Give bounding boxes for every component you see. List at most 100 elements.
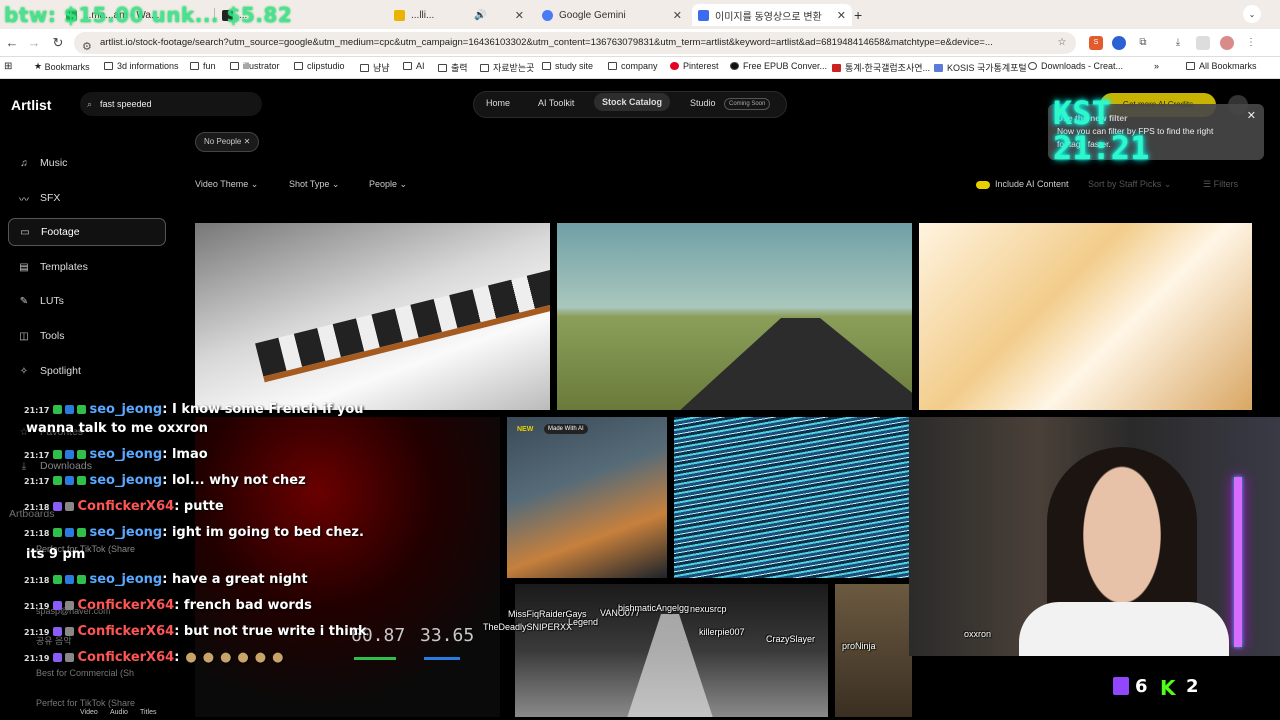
top-nav: Home AI Toolkit Stock Catalog Studio Com… xyxy=(473,91,787,118)
menu-icon[interactable]: ⋮ xyxy=(1244,36,1258,50)
bookmark-item[interactable]: KOSIS 국가통계포털 xyxy=(934,61,1027,74)
chat-message-continued: wanna talk to me oxxron xyxy=(26,421,209,436)
close-tab-icon[interactable]: ✕ xyxy=(673,9,682,22)
browser-tab-active[interactable]: 이미지를 동영상으로 변환 ✕ xyxy=(692,4,852,26)
bookmark-folder[interactable]: 냠냠 xyxy=(360,61,390,74)
browser-tab-bar: ...ma...am - Wa... ... ...lli... 🔊 ✕ Googl… xyxy=(0,0,1280,29)
stream-pet-label: Legend xyxy=(568,617,599,627)
download-icon[interactable]: ⤓ xyxy=(1171,36,1185,50)
dash-value-2: 33.65 xyxy=(420,625,475,646)
bookmark-folder[interactable]: study site xyxy=(542,61,593,71)
bottom-tab-audio[interactable]: Audio xyxy=(110,709,128,716)
footage-thumb-2[interactable] xyxy=(557,223,912,410)
artboard-item[interactable]: Best for Commercial (Sh xyxy=(36,668,134,678)
footage-icon: ▭ xyxy=(20,226,30,238)
filter-shot-type[interactable]: Shot Type ⌄ xyxy=(289,179,339,190)
twitch-viewer-count: 6 xyxy=(1135,676,1148,697)
chat-message: 21:19 ConfickerX64: french bad words xyxy=(24,598,312,613)
chat-message: 21:19 ConfickerX64: ●●●●●● xyxy=(24,650,290,665)
filter-chip-no-people[interactable]: No People ✕ xyxy=(195,132,260,152)
potato-emotes: ●●●●●● xyxy=(185,650,290,665)
stream-clock: KST 21:21 xyxy=(1053,94,1150,168)
search-input[interactable]: ⌕ fast speeded xyxy=(80,92,262,116)
bookmark-folder[interactable]: fun xyxy=(190,61,216,71)
close-icon[interactable]: ✕ xyxy=(244,137,251,146)
close-tab-icon[interactable]: ✕ xyxy=(515,9,524,22)
extension-icon[interactable] xyxy=(1112,36,1126,50)
artboard-item[interactable]: Perfect for TikTok (Share xyxy=(36,698,135,708)
filters-button[interactable]: ☰ Filters xyxy=(1203,179,1238,190)
download-icon: ⤓ xyxy=(21,460,27,472)
sidebar-item-luts[interactable]: ✎ LUTs xyxy=(8,287,166,315)
sidebar-item-templates[interactable]: ▤ Templates xyxy=(8,253,166,281)
tab-search-button[interactable]: ⌄ xyxy=(1243,5,1261,23)
dash-bar xyxy=(424,657,460,660)
sidebar-item-sfx[interactable]: 〰 SFX xyxy=(8,184,166,212)
made-with-ai-badge: Made With AI xyxy=(544,424,588,434)
filter-people[interactable]: People ⌄ xyxy=(369,179,407,190)
url-input[interactable]: ⚙ artlist.io/stock-footage/search?utm_so… xyxy=(74,32,1076,54)
twitch-icon xyxy=(1113,677,1129,695)
bookmark-folder[interactable]: 자료받는곳 xyxy=(480,61,534,74)
close-tab-icon[interactable]: ✕ xyxy=(837,9,846,22)
bookmarks-bar: ⊞ ★ Bookmarks 3d informations fun illust… xyxy=(0,57,1280,79)
bookmarks-overflow-icon[interactable]: » xyxy=(1154,61,1159,71)
stream-pet-label: bishmaticAngelgg xyxy=(618,603,690,613)
chat-message: 21:19 ConfickerX64: but not true write i … xyxy=(24,624,367,639)
sidebar-item-spotlight[interactable]: ✧ Spotlight xyxy=(8,357,166,385)
bookmark-item[interactable]: Downloads - Creat... xyxy=(1028,61,1123,71)
bookmark-star-icon[interactable]: ☆ xyxy=(1055,36,1069,50)
sidebar-item-music[interactable]: ♫ Music xyxy=(8,149,166,177)
bookmark-item[interactable]: Free EPUB Conver... xyxy=(730,61,827,71)
reload-icon[interactable]: ↻ xyxy=(50,35,66,51)
footage-thumb-3[interactable] xyxy=(919,223,1252,410)
kick-viewer-count: 2 xyxy=(1186,676,1199,697)
audio-icon[interactable]: 🔊 xyxy=(474,10,486,21)
bottom-tab-titles[interactable]: Titles xyxy=(140,709,156,716)
close-icon[interactable]: ✕ xyxy=(1247,110,1256,123)
chat-message: 21:18 ConfickerX64: putte xyxy=(24,499,224,514)
bookmark-folder[interactable]: company xyxy=(608,61,658,71)
avatar[interactable] xyxy=(1220,36,1234,50)
nav-home[interactable]: Home xyxy=(486,98,510,108)
webcam-overlay xyxy=(909,417,1280,656)
bottom-tab-video[interactable]: Video xyxy=(80,709,98,716)
bookmark-item[interactable]: Pinterest xyxy=(670,61,719,71)
nav-stock-catalog[interactable]: Stock Catalog xyxy=(594,93,671,111)
apps-icon[interactable]: ⊞ xyxy=(4,61,12,72)
bookmark-folder[interactable]: illustrator xyxy=(230,61,280,71)
site-info-icon[interactable]: ⚙ xyxy=(82,36,92,54)
footage-thumb-1[interactable] xyxy=(195,223,550,410)
stream-pet-label: killerpie007 xyxy=(699,627,745,637)
browser-tab-gemini[interactable]: Google Gemini ✕ xyxy=(538,4,688,26)
nav-studio[interactable]: Studio xyxy=(690,98,716,108)
browser-tab-3[interactable]: ...lli... 🔊 ✕ xyxy=(384,4,530,26)
filter-video-theme[interactable]: Video Theme ⌄ xyxy=(195,179,258,190)
artlist-logo[interactable]: Artlist xyxy=(11,97,51,113)
extension-icon[interactable] xyxy=(1196,36,1210,50)
bookmark-item[interactable]: 통계-한국갤럽조사연... xyxy=(832,61,930,74)
bookmark-folder[interactable]: 출력 xyxy=(438,61,468,74)
extension-icon[interactable]: S xyxy=(1089,36,1103,50)
footage-thumb-4[interactable] xyxy=(195,417,500,717)
footage-thumb-5[interactable]: NEW Made With AI xyxy=(507,417,667,578)
sidebar-item-tools[interactable]: ◫ Tools xyxy=(8,322,166,350)
sidebar-item-footage[interactable]: ▭ Footage xyxy=(8,218,166,246)
stream-pet-label: proNinja xyxy=(842,641,876,651)
all-bookmarks[interactable]: All Bookmarks xyxy=(1186,61,1257,71)
bookmark-item[interactable]: ★ Bookmarks xyxy=(34,61,90,72)
new-tab-button[interactable]: + xyxy=(854,4,868,26)
nav-ai-toolkit[interactable]: AI Toolkit xyxy=(538,98,574,108)
bookmark-folder[interactable]: 3d informations xyxy=(104,61,179,71)
footage-thumb-6[interactable] xyxy=(674,417,910,578)
forward-icon[interactable]: → xyxy=(26,35,42,51)
bookmark-folder[interactable]: clipstudio xyxy=(294,61,345,71)
sort-dropdown[interactable]: Sort by Staff Picks ⌄ xyxy=(1088,179,1171,190)
bookmark-folder[interactable]: AI xyxy=(403,61,425,71)
include-ai-toggle[interactable]: Include AI Content xyxy=(976,179,1069,189)
sfx-icon: 〰 xyxy=(19,194,29,206)
puzzle-icon[interactable]: ⧉ xyxy=(1136,36,1150,50)
back-icon[interactable]: ← xyxy=(4,35,20,51)
chat-message: 21:17 seo_jeong: lol... why not chez xyxy=(24,473,306,488)
address-bar-row: ← → ↻ ⚙ artlist.io/stock-footage/search?… xyxy=(0,29,1280,57)
